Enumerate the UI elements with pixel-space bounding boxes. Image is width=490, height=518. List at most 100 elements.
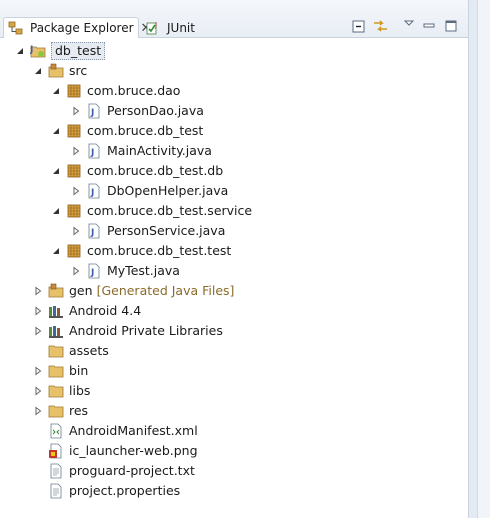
- tree-label-launcher: ic_launcher-web.png: [69, 443, 198, 458]
- tree-label-properties: project.properties: [69, 483, 181, 498]
- tree-item-java-file[interactable]: J MainActivity.java: [70, 141, 212, 161]
- tree-item-package[interactable]: com.bruce.dao: [50, 81, 180, 101]
- tree-label-android-library: Android 4.4: [69, 303, 142, 318]
- tree-item-libs[interactable]: libs: [32, 381, 90, 401]
- tree-label-libs: libs: [69, 383, 91, 398]
- svg-text:J: J: [90, 268, 94, 278]
- tree-label-package: com.bruce.db_test.db: [87, 163, 224, 178]
- folder-icon: [48, 363, 64, 379]
- tree-label-java-file: MainActivity.java: [107, 143, 212, 158]
- tree-label-package: com.bruce.db_test.test: [87, 243, 232, 258]
- tree-label-java-file: MyTest.java: [107, 263, 180, 278]
- text-file-icon: [48, 463, 64, 479]
- tree-item-java-file[interactable]: J PersonDao.java: [70, 101, 204, 121]
- tree-item-proguard[interactable]: proguard-project.txt: [48, 461, 195, 481]
- java-file-icon: J: [86, 183, 102, 199]
- view-tab-bar: Package Explorer ✕ J JUnit: [0, 0, 490, 38]
- tree-item-android-library[interactable]: Android 4.4: [32, 301, 141, 321]
- svg-text:J: J: [90, 148, 94, 158]
- tree-label-gen: gen: [69, 283, 93, 298]
- tree-item-gen[interactable]: gen [Generated Java Files]: [32, 281, 234, 301]
- java-file-icon: J: [86, 223, 102, 239]
- collapsed-arrow-icon[interactable]: [70, 185, 82, 197]
- tree-item-launcher[interactable]: ic_launcher-web.png: [48, 441, 198, 461]
- xml-file-icon: [48, 423, 64, 439]
- folder-icon: [48, 343, 64, 359]
- expanded-arrow-icon[interactable]: [14, 45, 26, 57]
- collapsed-arrow-icon[interactable]: [70, 105, 82, 117]
- tree-item-bin[interactable]: bin: [32, 361, 88, 381]
- collapsed-arrow-icon[interactable]: [32, 285, 44, 297]
- collapsed-arrow-icon[interactable]: [32, 385, 44, 397]
- tree-item-package[interactable]: com.bruce.db_test: [50, 121, 203, 141]
- java-file-icon: J: [86, 103, 102, 119]
- tree-decoration-gen: [Generated Java Files]: [96, 283, 235, 298]
- library-icon: [48, 323, 64, 339]
- tree-item-package[interactable]: com.bruce.db_test.service: [50, 201, 252, 221]
- tree-item-src[interactable]: src: [32, 61, 87, 81]
- view-border: [468, 0, 490, 518]
- expanded-arrow-icon[interactable]: [50, 205, 62, 217]
- image-file-icon: [48, 443, 64, 459]
- folder-icon: [48, 403, 64, 419]
- tab-label: Package Explorer: [30, 21, 134, 35]
- collapsed-arrow-icon[interactable]: [32, 325, 44, 337]
- view-menu-icon[interactable]: [400, 16, 418, 32]
- tree-item-package[interactable]: com.bruce.db_test.db: [50, 161, 223, 181]
- tree-item-assets[interactable]: assets: [48, 341, 109, 361]
- expanded-arrow-icon[interactable]: [50, 85, 62, 97]
- package-icon: [66, 243, 82, 259]
- tree-item-java-file[interactable]: J MyTest.java: [70, 261, 180, 281]
- collapsed-arrow-icon[interactable]: [70, 145, 82, 157]
- collapse-all-icon[interactable]: [350, 18, 368, 34]
- expanded-arrow-icon[interactable]: [50, 245, 62, 257]
- tree-item-properties[interactable]: project.properties: [48, 481, 180, 501]
- tree-label-manifest: AndroidManifest.xml: [69, 423, 198, 438]
- package-icon: [66, 83, 82, 99]
- collapsed-arrow-icon[interactable]: [70, 265, 82, 277]
- collapsed-arrow-icon[interactable]: [32, 365, 44, 377]
- maximize-icon[interactable]: [442, 18, 460, 34]
- svg-text:J: J: [90, 108, 94, 118]
- tree-label-assets: assets: [69, 343, 109, 358]
- tree-item-manifest[interactable]: AndroidManifest.xml: [48, 421, 198, 441]
- tab-package-explorer[interactable]: Package Explorer ✕: [3, 17, 151, 38]
- expanded-arrow-icon[interactable]: [32, 65, 44, 77]
- package-icon: [66, 163, 82, 179]
- expanded-arrow-icon[interactable]: [50, 125, 62, 137]
- tab-junit[interactable]: J JUnit: [143, 18, 195, 38]
- expanded-arrow-icon[interactable]: [50, 165, 62, 177]
- tree-label-java-file: PersonService.java: [107, 223, 226, 238]
- vertical-scrollbar[interactable]: [477, 0, 490, 518]
- java-file-icon: J: [86, 143, 102, 159]
- minimize-icon[interactable]: [420, 18, 438, 34]
- tab-label: JUnit: [167, 21, 195, 35]
- package-explorer-icon: [8, 20, 24, 36]
- tree-label-proguard: proguard-project.txt: [69, 463, 195, 478]
- android-project-icon: J: [30, 43, 46, 59]
- tree-label-java-file: DbOpenHelper.java: [107, 183, 229, 198]
- svg-text:J: J: [154, 21, 157, 29]
- source-folder-icon: [48, 63, 64, 79]
- tree-label-java-file: PersonDao.java: [107, 103, 204, 118]
- tree-item-private-libraries[interactable]: Android Private Libraries: [32, 321, 223, 341]
- folder-icon: [48, 383, 64, 399]
- junit-icon: J: [145, 20, 161, 36]
- tree-label-project: db_test: [51, 42, 106, 60]
- text-file-icon: [48, 483, 64, 499]
- collapsed-arrow-icon[interactable]: [32, 305, 44, 317]
- package-icon: [66, 203, 82, 219]
- collapsed-arrow-icon[interactable]: [32, 405, 44, 417]
- tree-item-project[interactable]: J db_test: [14, 41, 106, 61]
- tree-label-src: src: [69, 63, 88, 78]
- tree-item-package[interactable]: com.bruce.db_test.test: [50, 241, 231, 261]
- java-file-icon: J: [86, 263, 102, 279]
- svg-text:J: J: [90, 228, 94, 238]
- tree-label-private-libraries: Android Private Libraries: [69, 323, 223, 338]
- tree-item-res[interactable]: res: [32, 401, 88, 421]
- source-folder-icon: [48, 283, 64, 299]
- link-with-editor-icon[interactable]: [372, 18, 390, 34]
- tree-item-java-file[interactable]: J PersonService.java: [70, 221, 225, 241]
- collapsed-arrow-icon[interactable]: [70, 225, 82, 237]
- tree-item-java-file[interactable]: J DbOpenHelper.java: [70, 181, 228, 201]
